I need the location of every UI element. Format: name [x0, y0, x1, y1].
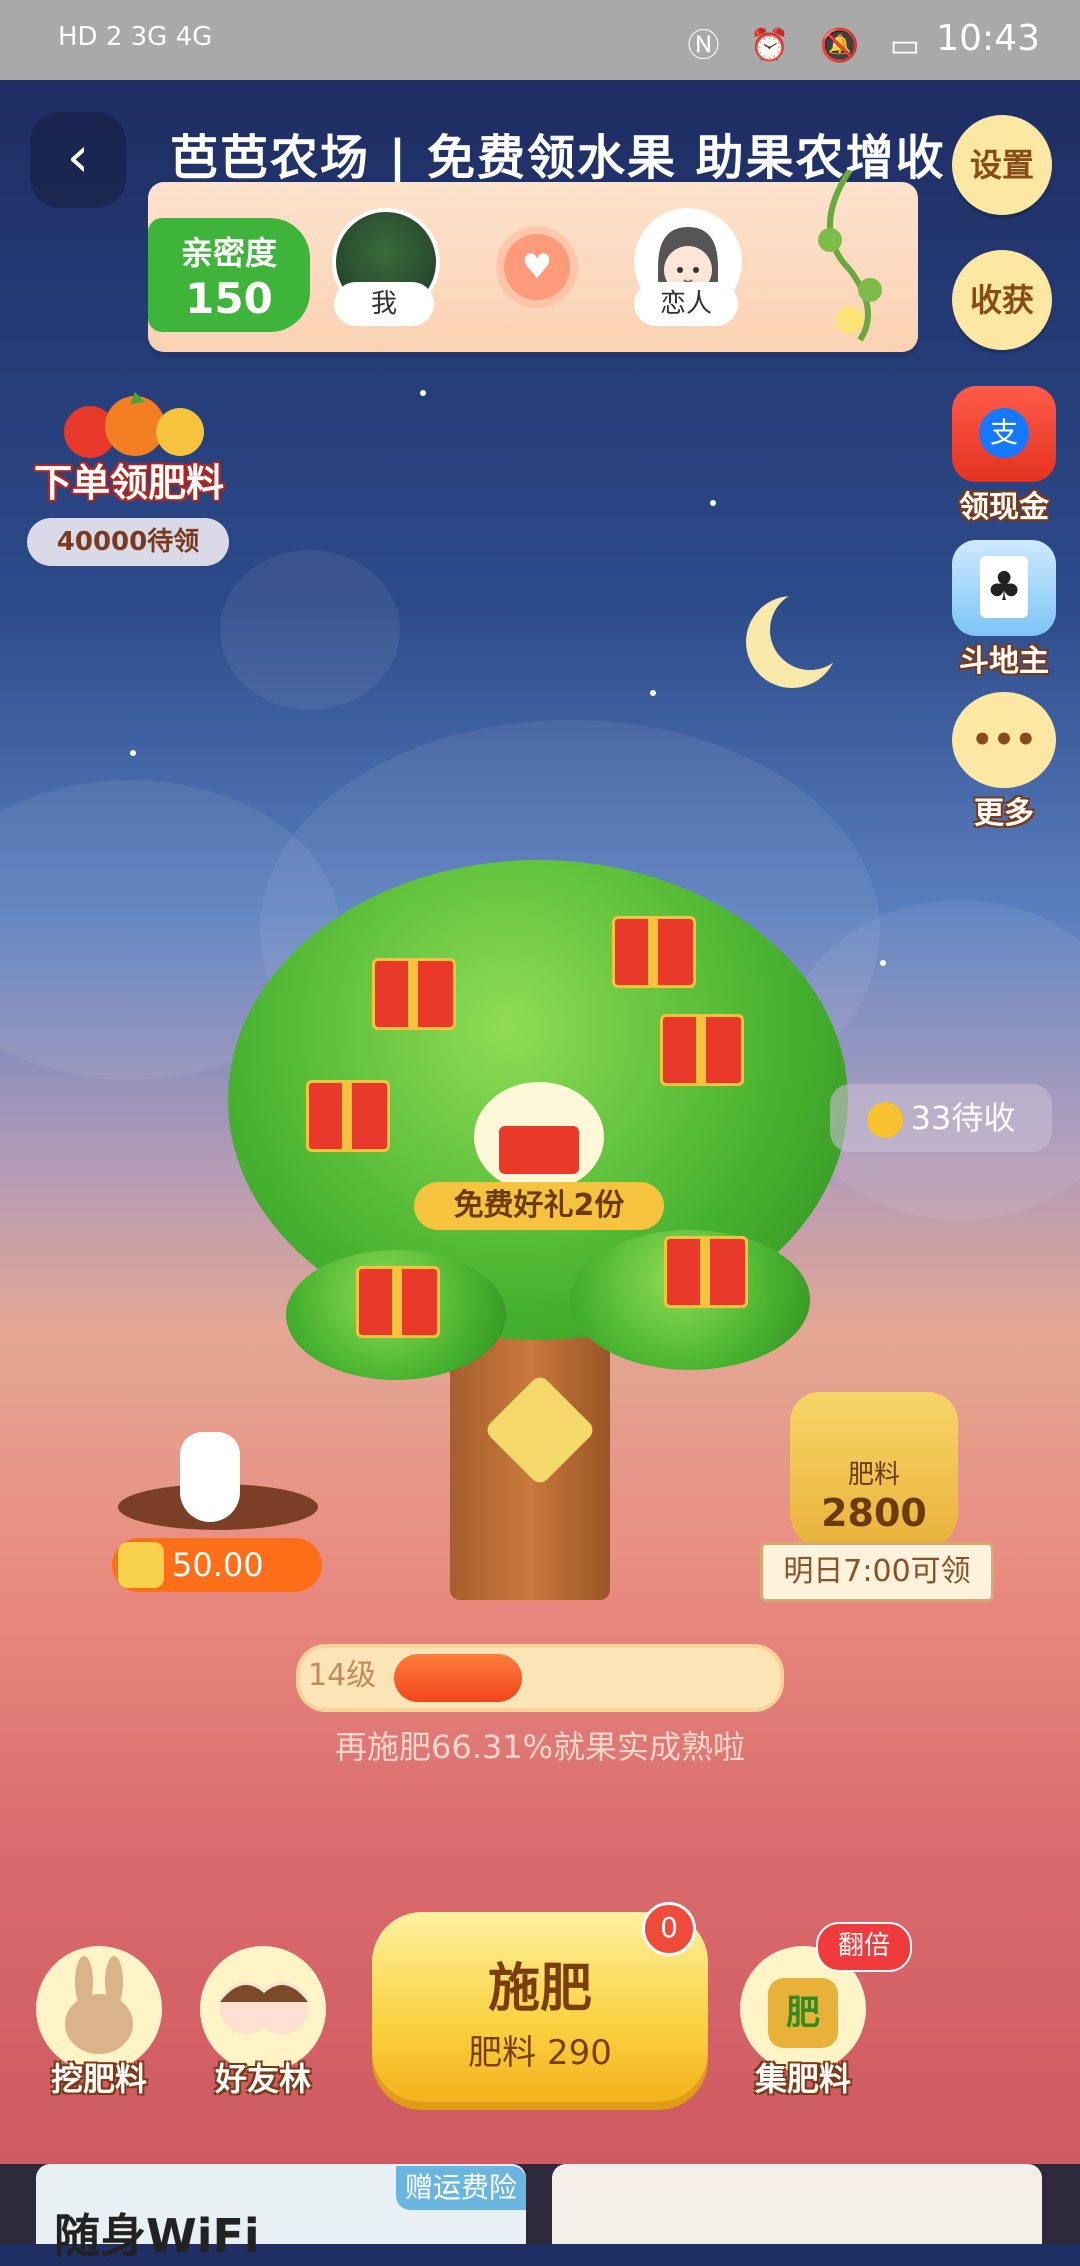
collect-fertilizer-label: 集肥料	[754, 2060, 851, 2098]
moon-icon	[770, 590, 850, 670]
pending-harvest-text: 33待收	[910, 1099, 1016, 1137]
heart-icon[interactable]: ♥	[504, 234, 570, 300]
fertilizer-bag[interactable]: 肥料 2800	[790, 1392, 958, 1552]
intimacy-badge[interactable]: 亲密度 150	[148, 218, 310, 332]
free-gift-tag[interactable]: 免费好礼2份	[414, 1182, 664, 1230]
fruit-box-icon[interactable]	[474, 1082, 604, 1192]
ad-tag: 赠运费险	[396, 2166, 526, 2210]
intimacy-value: 150	[185, 274, 273, 323]
intimacy-label: 亲密度	[180, 234, 277, 272]
coin-value: 50.00	[172, 1546, 264, 1584]
more-dots-icon: •••	[952, 692, 1056, 788]
coin-icon	[118, 1542, 164, 1588]
fertilizer-bag-label: 肥料	[847, 1460, 900, 1490]
level-progress-fill	[394, 1654, 522, 1702]
harvest-button[interactable]: 收获	[952, 250, 1052, 350]
fruit-basket-icon	[64, 392, 204, 458]
vine-decoration	[818, 170, 882, 342]
friends-forest-label: 好友林	[214, 2060, 311, 2098]
clock: 10:43	[936, 18, 1040, 59]
gift-box-icon[interactable]	[612, 916, 696, 988]
alipay-red-icon: 支	[952, 386, 1056, 482]
fertilize-amount-label: 肥料 290	[468, 2033, 612, 2073]
cash-label: 领现金	[959, 490, 1049, 525]
network-indicators: HD 2 3G 4G	[58, 22, 213, 52]
sun-icon	[866, 1102, 903, 1138]
landlord-label: 斗地主	[959, 644, 1049, 679]
status-bar: HD 2 3G 4G Ⓝ ⏰ 🔕 ▭ 10:43	[0, 0, 1080, 80]
maturity-hint: 再施肥66.31%就果实成熟啦	[334, 1728, 746, 1766]
lover-name-tag: 恋人	[634, 282, 738, 326]
back-button[interactable]: ‹	[30, 112, 126, 208]
dig-fertilizer-label: 挖肥料	[50, 2060, 147, 2098]
coin-pill[interactable]: 50.00	[112, 1538, 322, 1592]
more-entry[interactable]: ••• 更多	[948, 692, 1060, 832]
fertilize-badge: 0	[642, 1902, 696, 1956]
gift-box-icon[interactable]	[664, 1236, 748, 1308]
cash-entry[interactable]: 支 领现金	[948, 386, 1060, 526]
double-tag: 翻倍	[816, 1922, 912, 1972]
pending-harvest-pill[interactable]: 33待收	[830, 1084, 1052, 1152]
gift-box-icon[interactable]	[660, 1014, 744, 1086]
chevron-left-icon: ‹	[66, 125, 90, 190]
gift-box-icon[interactable]	[356, 1266, 440, 1338]
ad-card-right[interactable]	[552, 2164, 1042, 2244]
fertilizer-bag-value: 2800	[821, 1491, 927, 1535]
gift-box-icon[interactable]	[306, 1080, 390, 1152]
card-game-icon: ♣	[952, 540, 1056, 636]
gift-box-icon[interactable]	[372, 958, 456, 1030]
pending-fertilizer-pill[interactable]: 40000待领	[27, 518, 229, 566]
my-name-tag: 我	[334, 282, 434, 326]
ad-title: 随身WiFi	[54, 2209, 260, 2263]
tomorrow-claim-banner: 明日7:00可领	[760, 1542, 994, 1602]
status-icons: Ⓝ ⏰ 🔕 ▭	[687, 26, 930, 64]
landlord-entry[interactable]: ♣ 斗地主	[948, 540, 1060, 680]
order-fertilizer-label[interactable]: 下单领肥料	[34, 452, 224, 507]
settings-button[interactable]: 设置	[952, 115, 1052, 215]
level-label: 14级	[308, 1658, 377, 1693]
more-label: 更多	[974, 796, 1034, 831]
rabbit-icon[interactable]	[180, 1432, 240, 1522]
fertilizer-sack-icon: 肥	[768, 1978, 838, 2048]
